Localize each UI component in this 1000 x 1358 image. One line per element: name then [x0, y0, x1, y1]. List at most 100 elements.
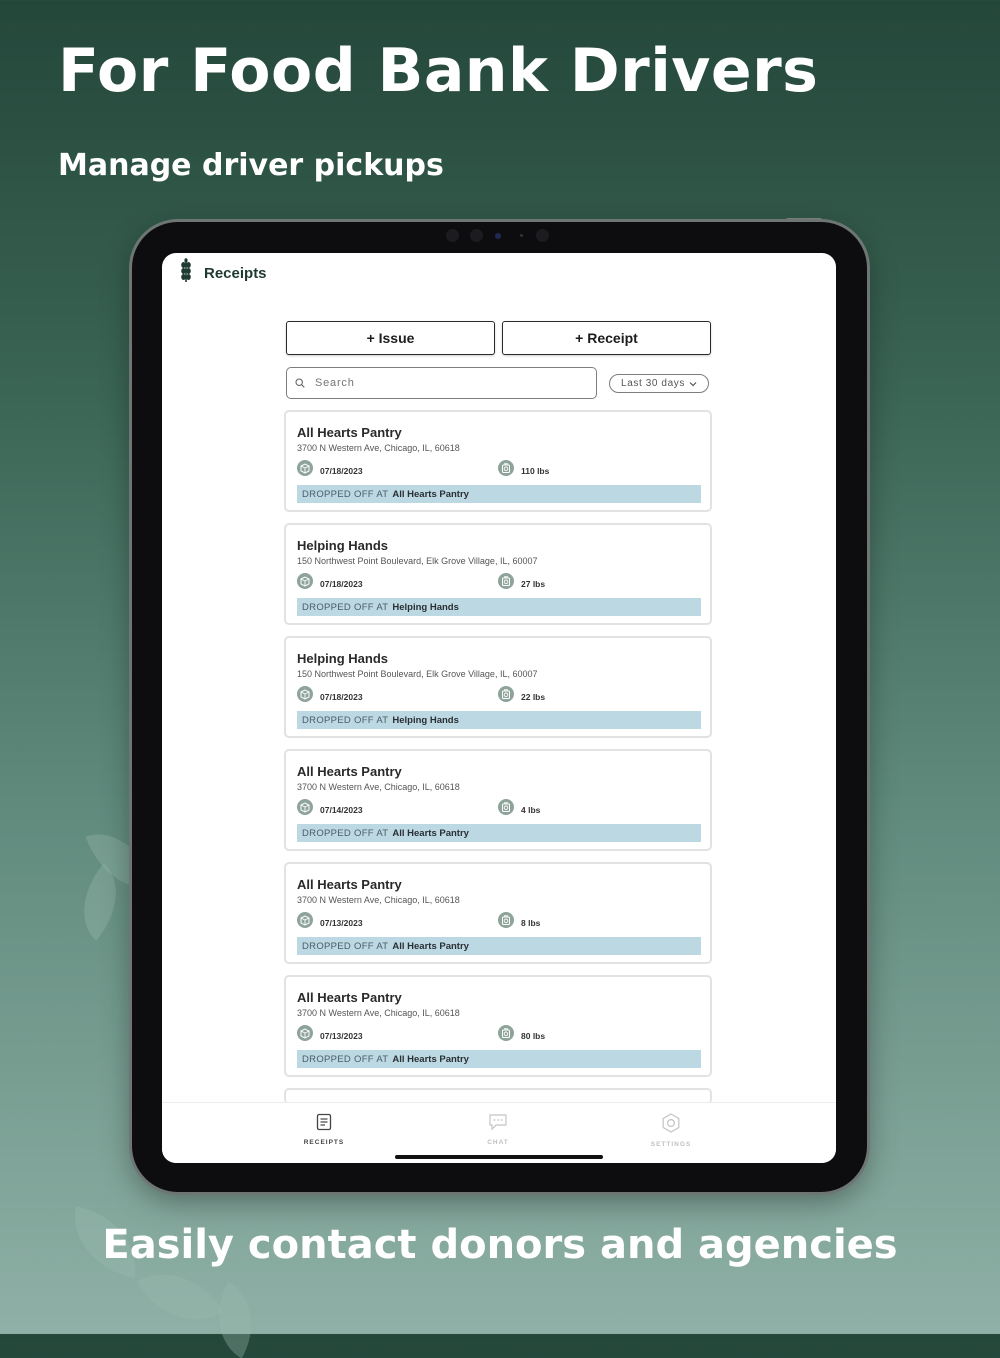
tab-receipts[interactable]: RECEIPTS [284, 1113, 364, 1146]
drop-off-location: All Hearts Pantry [392, 940, 469, 952]
pickup-weight: 80 lbs [498, 1025, 545, 1046]
chat-icon [488, 1114, 508, 1135]
date-range-dropdown[interactable]: Last 30 days [609, 374, 709, 393]
pickup-weight: 4 lbs [498, 799, 540, 820]
weight-value: 80 lbs [521, 1030, 546, 1041]
weight-value: 22 lbs [521, 691, 546, 702]
drop-off-location: Helping Hands [392, 601, 459, 613]
date-value: 07/18/2023 [320, 578, 363, 589]
date-value: 07/18/2023 [320, 691, 363, 702]
scale-icon [498, 1025, 514, 1046]
home-indicator [395, 1155, 603, 1159]
drop-off-banner: DROPPED OFF AT All Hearts Pantry [297, 485, 701, 503]
camera-bar [440, 229, 560, 245]
box-icon [297, 686, 313, 707]
action-buttons: + Issue + Receipt [286, 321, 711, 355]
search-input[interactable] [313, 376, 577, 390]
pickup-weight: 27 lbs [498, 573, 545, 594]
donor-address: 3700 N Western Ave, Chicago, IL, 60618 [297, 443, 460, 453]
receipt-card[interactable]: Helping Hands 150 Northwest Point Bouleva… [284, 523, 712, 625]
box-icon [297, 799, 313, 820]
drop-off-banner: DROPPED OFF AT Helping Hands [297, 711, 701, 729]
drop-off-location: Helping Hands [392, 714, 459, 726]
drop-off-banner: DROPPED OFF AT All Hearts Pantry [297, 1050, 701, 1068]
date-value: 07/13/2023 [320, 1030, 363, 1041]
date-value: 07/14/2023 [320, 804, 363, 815]
scale-icon [498, 573, 514, 594]
tab-settings[interactable]: SETTINGS [631, 1113, 711, 1148]
pickup-date: 07/13/2023 [297, 912, 363, 933]
donor-address: 3700 N Western Ave, Chicago, IL, 60618 [297, 1008, 460, 1018]
pickup-date: 07/14/2023 [297, 799, 363, 820]
drop-off-banner: DROPPED OFF AT All Hearts Pantry [297, 937, 701, 955]
receipt-icon [315, 1113, 333, 1135]
box-icon [297, 912, 313, 933]
date-range-value: Last 30 days [621, 378, 685, 389]
donor-name: Helping Hands [297, 538, 389, 553]
settings-icon [661, 1113, 681, 1137]
receipt-card[interactable]: All Hearts Pantry 3700 N Western Ave, Chi… [284, 862, 712, 964]
add-receipt-button[interactable]: + Receipt [502, 321, 711, 355]
drop-off-banner: DROPPED OFF AT Helping Hands [297, 598, 701, 616]
tab-label: SETTINGS [650, 1141, 692, 1148]
drop-off-location: All Hearts Pantry [392, 488, 469, 500]
donor-address: 3700 N Western Ave, Chicago, IL, 60618 [297, 782, 460, 792]
scale-icon [498, 912, 514, 933]
drop-off-label: DROPPED OFF AT [302, 714, 389, 726]
pickup-weight: 110 lbs [498, 460, 549, 481]
wheat-logo-icon [180, 257, 192, 289]
drop-off-location: All Hearts Pantry [392, 1053, 469, 1065]
donor-name: Helping Hands [297, 651, 389, 666]
subheadline: Manage driver pickups [58, 148, 444, 183]
add-issue-button[interactable]: + Issue [286, 321, 495, 355]
pickup-weight: 22 lbs [498, 686, 545, 707]
receipt-card[interactable]: All Hearts Pantry 3700 N Western Ave, Chi… [284, 749, 712, 851]
page-title: Receipts [204, 264, 267, 282]
receipt-card[interactable]: All Hearts Pantry 3700 N Western Ave, Chi… [284, 410, 712, 512]
date-value: 07/13/2023 [320, 917, 363, 928]
weight-value: 110 lbs [521, 465, 550, 476]
pickup-date: 07/18/2023 [297, 460, 363, 481]
donor-address: 150 Northwest Point Boulevard, Elk Grove… [297, 669, 538, 679]
drop-off-label: DROPPED OFF AT [302, 488, 389, 500]
box-icon [297, 1025, 313, 1046]
drop-off-label: DROPPED OFF AT [302, 940, 389, 952]
app-screen: Receipts + Issue + Receipt Last 30 days … [162, 253, 836, 1163]
pickup-date: 07/18/2023 [297, 686, 363, 707]
weight-value: 8 lbs [521, 917, 541, 928]
pickup-date: 07/13/2023 [297, 1025, 363, 1046]
donor-address: 3700 N Western Ave, Chicago, IL, 60618 [297, 895, 460, 905]
tab-label: RECEIPTS [303, 1139, 345, 1146]
pickup-date: 07/18/2023 [297, 573, 363, 594]
weight-value: 27 lbs [521, 578, 546, 589]
receipt-list: All Hearts Pantry 3700 N Western Ave, Chi… [284, 410, 712, 1104]
pickup-weight: 8 lbs [498, 912, 540, 933]
tab-label: CHAT [487, 1139, 509, 1146]
bottom-tab-bar: RECEIPTS CHAT SETTINGS [162, 1102, 836, 1163]
donor-name: All Hearts Pantry [297, 425, 402, 440]
search-icon [295, 378, 305, 388]
search-box[interactable] [286, 367, 597, 399]
receipt-card[interactable]: All Hearts Pantry 3700 N Western Ave, Chi… [284, 975, 712, 1077]
donor-name: All Hearts Pantry [297, 990, 402, 1005]
donor-name: All Hearts Pantry [297, 764, 402, 779]
box-icon [297, 573, 313, 594]
donor-address: 150 Northwest Point Boulevard, Elk Grove… [297, 556, 538, 566]
drop-off-label: DROPPED OFF AT [302, 827, 389, 839]
box-icon [297, 460, 313, 481]
headline: For Food Bank Drivers [58, 36, 819, 106]
footer-tagline: Easily contact donors and agencies [102, 1222, 898, 1268]
drop-off-banner: DROPPED OFF AT All Hearts Pantry [297, 824, 701, 842]
decorative-leaf [198, 1281, 272, 1358]
scale-icon [498, 686, 514, 707]
donor-name: All Hearts Pantry [297, 877, 402, 892]
scale-icon [498, 460, 514, 481]
drop-off-label: DROPPED OFF AT [302, 601, 389, 613]
scale-icon [498, 799, 514, 820]
chevron-down-icon [689, 381, 697, 387]
weight-value: 4 lbs [521, 804, 541, 815]
tab-chat[interactable]: CHAT [458, 1113, 538, 1146]
drop-off-label: DROPPED OFF AT [302, 1053, 389, 1065]
receipt-card[interactable]: Helping Hands 150 Northwest Point Bouleva… [284, 636, 712, 738]
drop-off-location: All Hearts Pantry [392, 827, 469, 839]
